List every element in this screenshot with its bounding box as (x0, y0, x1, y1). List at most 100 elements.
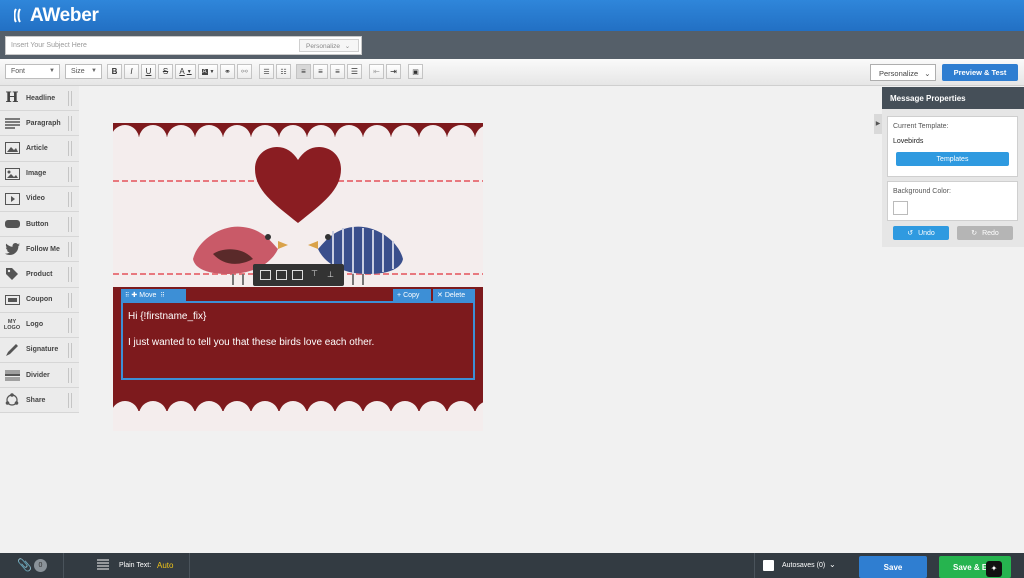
scallop-top-decoration (113, 123, 483, 137)
ordered-list-button[interactable]: ☰ (259, 64, 274, 79)
layout-split-icon[interactable] (276, 270, 287, 280)
delete-block-button[interactable]: ✕ Delete (433, 289, 475, 301)
drag-handle[interactable] (68, 267, 72, 283)
top-bar: AWeber (0, 0, 1024, 31)
drag-handle[interactable] (68, 116, 72, 132)
sidebar-item-label: Article (26, 144, 48, 152)
link-icon: ⚭ (224, 67, 231, 76)
video-icon (4, 192, 20, 206)
background-color-swatch[interactable] (893, 201, 908, 215)
separator (754, 553, 755, 578)
collapse-panel-toggle[interactable]: ▶ (874, 114, 882, 134)
sidebar-item-product[interactable]: Product (0, 262, 79, 288)
bold-button[interactable]: B (107, 64, 122, 79)
redo-label: Redo (982, 229, 999, 237)
drag-handle[interactable] (68, 342, 72, 358)
grip-icon: ⠿ (125, 292, 130, 299)
drag-handle[interactable] (68, 292, 72, 308)
highlight-color-button[interactable]: A ▼ (198, 64, 218, 79)
sparkle-icon: ✦ (990, 564, 998, 573)
drag-handle[interactable] (68, 166, 72, 182)
italic-button[interactable]: I (124, 64, 139, 79)
underline-button[interactable]: U (141, 64, 156, 79)
unlink-button[interactable]: ⚯ (237, 64, 252, 79)
sidebar-item-headline[interactable]: H Headline (0, 86, 79, 112)
subject-input[interactable]: Insert Your Subject Here Personalize ⌄ (5, 36, 362, 55)
undo-icon: ↺ (907, 230, 914, 237)
sidebar-item-article[interactable]: Article (0, 136, 79, 162)
outdent-button[interactable]: ⇤ (369, 64, 384, 79)
plain-text-mode[interactable]: Auto (157, 561, 173, 570)
sidebar-item-divider[interactable]: Divider (0, 363, 79, 389)
drag-handle[interactable] (68, 317, 72, 333)
sidebar-item-button[interactable]: Button (0, 211, 79, 238)
help-widget[interactable]: ✦ (986, 561, 1002, 577)
autosaves-dropdown[interactable]: Autosaves (0) (782, 562, 825, 569)
chevron-down-icon[interactable]: ⌄ (829, 560, 836, 569)
align-justify-button[interactable]: ☰ (347, 64, 362, 79)
save-button[interactable]: Save (859, 556, 927, 578)
drag-handle[interactable] (68, 242, 72, 258)
sidebar-item-label: Product (26, 270, 53, 278)
indent-button[interactable]: ⇥ (386, 64, 401, 79)
undo-button[interactable]: ↺ Undo (893, 226, 949, 240)
sidebar-item-video[interactable]: Video (0, 186, 79, 212)
unordered-list-button[interactable]: ☷ (276, 64, 291, 79)
move-handle[interactable]: ⠿ ✚ Move ⠿ (121, 289, 186, 301)
properties-title: Message Properties (882, 87, 1024, 109)
message-text[interactable]: Hi {!firstname_fix} I just wanted to tel… (128, 310, 374, 349)
share-icon (4, 393, 20, 407)
caret-right-icon: ▶ (875, 121, 881, 127)
copy-block-button[interactable]: + Copy (393, 289, 431, 301)
sidebar-item-image[interactable]: Image (0, 161, 79, 187)
background-color-label: Background Color: (893, 188, 951, 195)
headline-icon: H (5, 90, 19, 107)
header-image[interactable] (113, 123, 483, 287)
subject-personalize-dropdown[interactable]: Personalize ⌄ (299, 39, 359, 52)
layout-bottom-icon[interactable] (292, 270, 303, 280)
preview-test-button[interactable]: Preview & Test (942, 64, 1018, 81)
subject-personalize-label: Personalize (306, 43, 340, 50)
size-select[interactable]: Size ▼ (65, 64, 102, 79)
pen-icon (4, 343, 20, 357)
button-icon (4, 217, 20, 231)
scallop-bottom-decoration (113, 401, 483, 415)
redo-button[interactable]: ↻ Redo (957, 226, 1013, 240)
text-color-button[interactable]: A ▼ (175, 64, 196, 79)
add-below-icon[interactable]: ⊥ (327, 270, 334, 279)
sidebar-item-signature[interactable]: Signature (0, 337, 79, 364)
align-right-button[interactable]: ≡ (330, 64, 345, 79)
drag-handle[interactable] (68, 368, 72, 384)
align-left-button[interactable]: ≡ (296, 64, 311, 79)
strikethrough-button[interactable]: S (158, 64, 173, 79)
drag-handle[interactable] (68, 393, 72, 409)
align-center-button[interactable]: ≡ (313, 64, 328, 79)
source-code-button[interactable]: ▣ (408, 64, 423, 79)
toolbar-personalize-dropdown[interactable]: Personalize ⌄ (870, 64, 936, 81)
sidebar-item-coupon[interactable]: Coupon (0, 287, 79, 313)
layout-full-icon[interactable] (260, 270, 271, 280)
text-color-label: A (179, 67, 185, 76)
plain-text-label: Plain Text: (119, 562, 152, 569)
coupon-icon (4, 293, 20, 307)
size-select-label: Size (71, 68, 85, 75)
undo-label: Undo (918, 229, 935, 237)
templates-button[interactable]: Templates (896, 152, 1009, 166)
sidebar-item-follow-me[interactable]: Follow Me (0, 237, 79, 263)
font-select[interactable]: Font ▼ (5, 64, 60, 79)
body-line[interactable]: I just wanted to tell you that these bir… (128, 336, 374, 349)
drag-handle[interactable] (68, 91, 72, 106)
link-button[interactable]: ⚭ (220, 64, 235, 79)
drag-handle[interactable] (68, 216, 72, 232)
drag-handle[interactable] (68, 191, 72, 207)
paperclip-icon[interactable]: 📎 (17, 558, 32, 572)
plain-text-icon[interactable] (97, 558, 109, 577)
content-blocks-sidebar: H Headline Paragraph Article Image Video… (0, 86, 79, 414)
greeting-line[interactable]: Hi {!firstname_fix} (128, 310, 374, 323)
sidebar-item-share[interactable]: Share (0, 388, 79, 414)
aweber-logo[interactable]: AWeber (14, 5, 99, 27)
add-above-icon[interactable]: ⊤ (311, 269, 318, 278)
sidebar-item-paragraph[interactable]: Paragraph (0, 111, 79, 137)
sidebar-item-logo[interactable]: MY LOGO Logo (0, 312, 79, 338)
drag-handle[interactable] (68, 141, 72, 157)
